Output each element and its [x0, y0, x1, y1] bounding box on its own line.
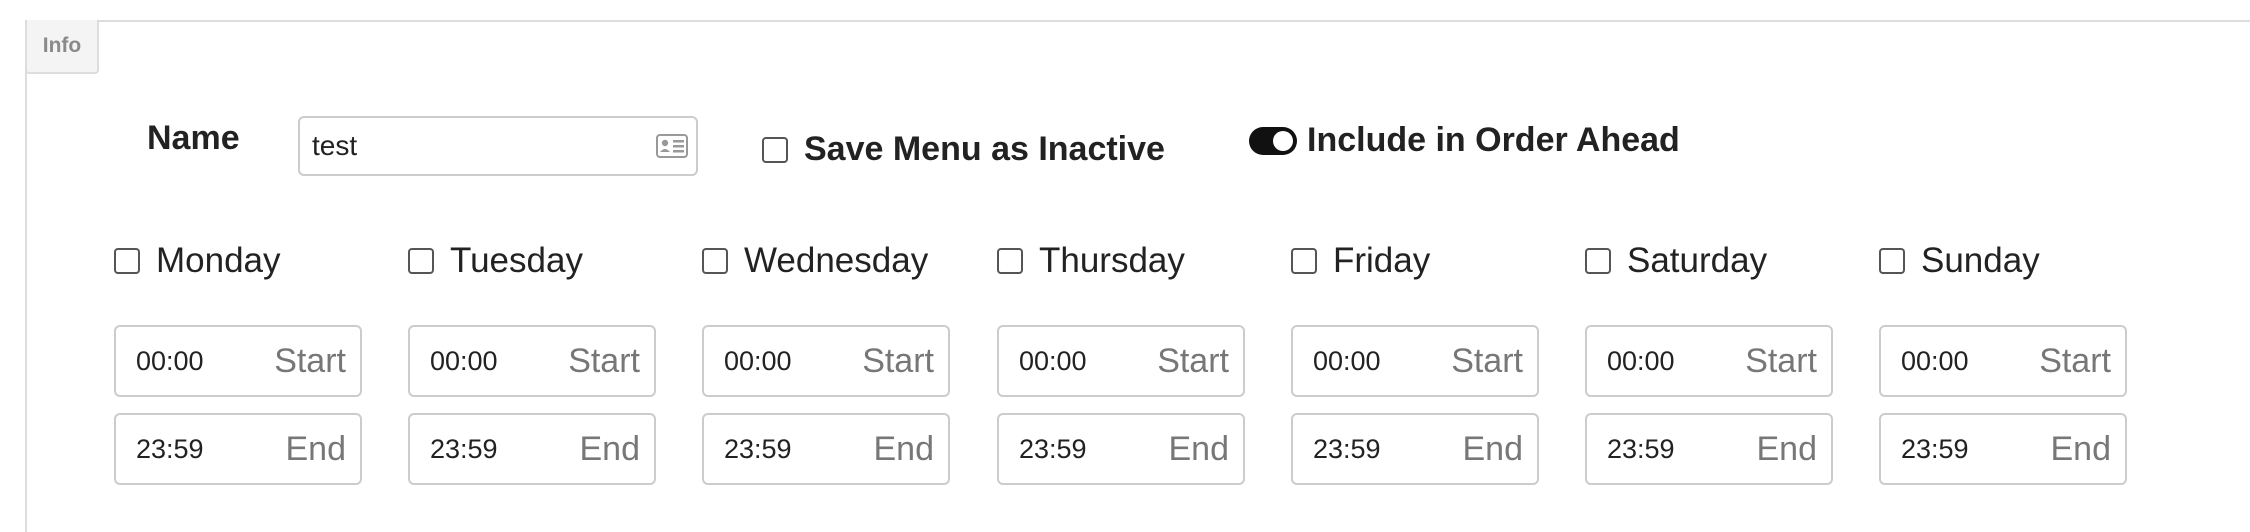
- tab-info-label: Info: [42, 34, 82, 57]
- start-time-input[interactable]: 00:00 Start: [1585, 325, 1833, 397]
- day-tuesday: Tuesday 00:00 Start 23:59 End: [408, 238, 658, 485]
- day-header[interactable]: Saturday: [1585, 238, 1835, 284]
- end-time-value: 23:59: [1607, 434, 1675, 464]
- start-tag: Start: [862, 342, 934, 380]
- day-checkbox-wednesday[interactable]: [702, 248, 728, 274]
- end-tag: End: [579, 430, 641, 468]
- end-time-input[interactable]: 23:59 End: [114, 413, 362, 485]
- day-checkbox-monday[interactable]: [114, 248, 140, 274]
- day-thursday: Thursday 00:00 Start 23:59 End: [997, 238, 1247, 485]
- end-tag: End: [2050, 430, 2112, 468]
- day-wednesday: Wednesday 00:00 Start 23:59 End: [702, 238, 952, 485]
- day-label: Thursday: [1039, 241, 1185, 280]
- day-checkbox-sunday[interactable]: [1879, 248, 1905, 274]
- end-tag: End: [285, 430, 347, 468]
- end-time-value: 23:59: [1901, 434, 1969, 464]
- day-header[interactable]: Friday: [1291, 238, 1541, 284]
- day-checkbox-saturday[interactable]: [1585, 248, 1611, 274]
- end-time-input[interactable]: 23:59 End: [702, 413, 950, 485]
- end-time-value: 23:59: [724, 434, 792, 464]
- start-time-value: 00:00: [724, 346, 792, 376]
- end-time-input[interactable]: 23:59 End: [1291, 413, 1539, 485]
- order-ahead-option[interactable]: Include in Order Ahead: [1249, 121, 1680, 160]
- order-ahead-toggle[interactable]: [1249, 126, 1297, 155]
- end-time-value: 23:59: [136, 434, 204, 464]
- start-tag: Start: [1451, 342, 1523, 380]
- day-monday: Monday 00:00 Start 23:59 End: [114, 238, 364, 485]
- day-header[interactable]: Sunday: [1879, 238, 2129, 284]
- end-tag: End: [1756, 430, 1818, 468]
- end-time-input[interactable]: 23:59 End: [997, 413, 1245, 485]
- start-time-value: 00:00: [1313, 346, 1381, 376]
- start-time-input[interactable]: 00:00 Start: [997, 325, 1245, 397]
- day-checkbox-thursday[interactable]: [997, 248, 1023, 274]
- name-field[interactable]: [298, 116, 698, 176]
- end-time-input[interactable]: 23:59 End: [1585, 413, 1833, 485]
- inactive-checkbox[interactable]: [762, 136, 788, 163]
- inactive-option[interactable]: Save Menu as Inactive: [762, 130, 1165, 169]
- end-time-value: 23:59: [430, 434, 498, 464]
- start-time-value: 00:00: [430, 346, 498, 376]
- start-tag: Start: [568, 342, 640, 380]
- end-time-value: 23:59: [1019, 434, 1087, 464]
- start-tag: Start: [274, 342, 346, 380]
- tab-info[interactable]: Info: [25, 20, 99, 74]
- start-time-value: 00:00: [1019, 346, 1087, 376]
- end-tag: End: [873, 430, 935, 468]
- start-time-value: 00:00: [1607, 346, 1675, 376]
- day-checkbox-friday[interactable]: [1291, 248, 1317, 274]
- start-tag: Start: [1745, 342, 1817, 380]
- start-time-value: 00:00: [136, 346, 204, 376]
- day-header[interactable]: Wednesday: [702, 238, 952, 284]
- day-saturday: Saturday 00:00 Start 23:59 End: [1585, 238, 1835, 485]
- start-time-input[interactable]: 00:00 Start: [1879, 325, 2127, 397]
- inactive-label: Save Menu as Inactive: [804, 130, 1165, 168]
- day-label: Sunday: [1921, 241, 2040, 280]
- name-label: Name: [147, 119, 240, 157]
- day-header[interactable]: Thursday: [997, 238, 1247, 284]
- order-ahead-label: Include in Order Ahead: [1307, 121, 1680, 159]
- day-header[interactable]: Tuesday: [408, 238, 658, 284]
- day-label: Wednesday: [744, 241, 929, 280]
- end-time-value: 23:59: [1313, 434, 1381, 464]
- end-tag: End: [1168, 430, 1230, 468]
- day-checkbox-tuesday[interactable]: [408, 248, 434, 274]
- toggle-knob: [1273, 130, 1293, 151]
- start-time-input[interactable]: 00:00 Start: [114, 325, 362, 397]
- end-time-input[interactable]: 23:59 End: [408, 413, 656, 485]
- end-time-input[interactable]: 23:59 End: [1879, 413, 2127, 485]
- day-label: Monday: [156, 241, 281, 280]
- start-time-input[interactable]: 00:00 Start: [702, 325, 950, 397]
- start-time-input[interactable]: 00:00 Start: [1291, 325, 1539, 397]
- start-tag: Start: [1157, 342, 1229, 380]
- start-tag: Start: [2039, 342, 2111, 380]
- day-label: Friday: [1333, 241, 1431, 280]
- start-time-value: 00:00: [1901, 346, 1969, 376]
- name-input[interactable]: [312, 118, 632, 174]
- day-sunday: Sunday 00:00 Start 23:59 End: [1879, 238, 2129, 485]
- day-friday: Friday 00:00 Start 23:59 End: [1291, 238, 1541, 485]
- day-header[interactable]: Monday: [114, 238, 364, 284]
- contact-card-icon: [656, 134, 688, 158]
- day-label: Tuesday: [450, 241, 583, 280]
- day-label: Saturday: [1627, 241, 1768, 280]
- end-tag: End: [1462, 430, 1524, 468]
- start-time-input[interactable]: 00:00 Start: [408, 325, 656, 397]
